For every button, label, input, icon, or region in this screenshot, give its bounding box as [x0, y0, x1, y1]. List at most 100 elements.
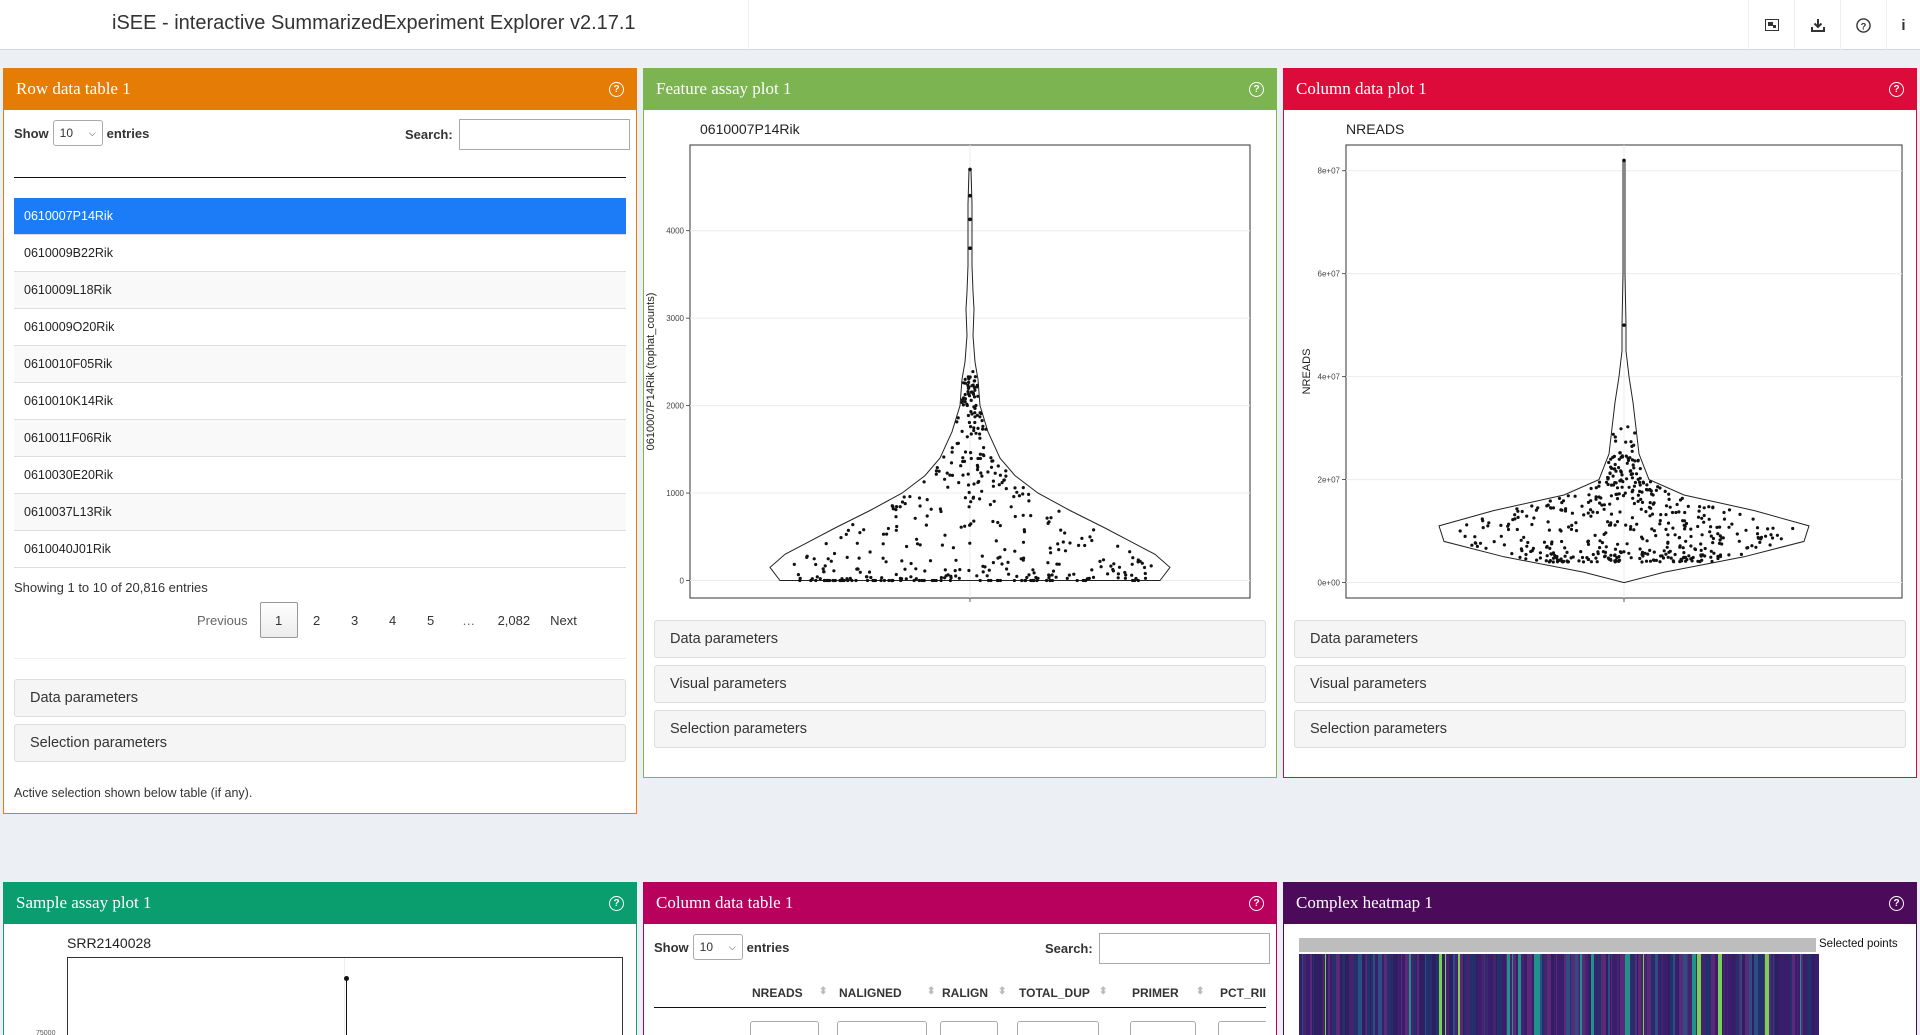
heatmap-column: [1332, 954, 1336, 1035]
data-point: [1668, 505, 1672, 509]
data-point: [1566, 494, 1570, 498]
data-point: [965, 402, 969, 406]
data-point: [978, 452, 982, 456]
sort-icon[interactable]: ⬍: [819, 986, 827, 997]
data-parameters-toggle[interactable]: Data parameters: [14, 679, 626, 717]
heatmap-body[interactable]: [1299, 954, 1819, 1035]
column-header[interactable]: NALIGNED: [839, 986, 902, 1000]
column-header[interactable]: RALIGN: [942, 986, 988, 1000]
data-point: [1791, 526, 1795, 531]
heatmap-column: [1800, 954, 1801, 1035]
entries-select[interactable]: 10 ⌵: [692, 934, 743, 960]
column-filter-input[interactable]: [1130, 1021, 1196, 1035]
data-point: [1547, 528, 1551, 532]
table-row[interactable]: 0610037L13Rik: [14, 494, 626, 531]
data-point: [1481, 519, 1485, 523]
help-icon[interactable]: ?: [1249, 81, 1264, 97]
download-icon[interactable]: [1794, 0, 1840, 50]
sample-assay-plot-area[interactable]: [67, 957, 623, 1035]
page-button-1[interactable]: 1: [259, 602, 298, 638]
data-point: [1630, 472, 1635, 476]
column-header[interactable]: TOTAL_DUP: [1019, 986, 1090, 1000]
heatmap-column: [1460, 954, 1463, 1035]
column-filter-input[interactable]: [750, 1021, 819, 1035]
next-button[interactable]: Next: [544, 602, 583, 638]
selection-parameters-toggle[interactable]: Selection parameters: [14, 724, 626, 762]
visual-parameters-toggle[interactable]: Visual parameters: [1294, 665, 1906, 703]
selection-parameters-toggle[interactable]: Selection parameters: [1294, 710, 1906, 748]
help-icon[interactable]: ?: [1889, 895, 1904, 911]
column-header[interactable]: NREADS: [752, 986, 803, 1000]
help-icon[interactable]: ?: [1889, 81, 1904, 97]
heatmap-column: [1643, 954, 1644, 1035]
table-row[interactable]: 0610009L18Rik: [14, 272, 626, 309]
data-point: [814, 578, 818, 583]
sort-icon[interactable]: ⬍: [927, 986, 935, 997]
data-point: [1589, 508, 1593, 512]
column-filter-input[interactable]: [940, 1021, 998, 1035]
data-point: [1499, 534, 1503, 538]
data-point: [832, 569, 836, 573]
page-button-last[interactable]: 2,082: [492, 602, 537, 638]
column-data-violin-plot[interactable]: 0e+00 2e+07 4e+07 6e+07 8e+07 NREADS: [1284, 110, 1917, 670]
data-point: [1771, 526, 1775, 530]
entries-select[interactable]: 10 ⌵: [52, 120, 103, 146]
heatmap-column: [1326, 954, 1328, 1035]
page-button-3[interactable]: 3: [336, 602, 374, 638]
table-row[interactable]: 0610030E20Rik: [14, 457, 626, 494]
heatmap-column: [1769, 954, 1771, 1035]
data-point: [1628, 456, 1632, 460]
previous-button[interactable]: Previous: [191, 602, 254, 638]
data-point: [1143, 571, 1147, 576]
heatmap-column: [1393, 954, 1397, 1035]
data-point: [960, 429, 964, 433]
help-icon[interactable]: ?: [609, 895, 624, 911]
data-point: [1522, 535, 1526, 539]
data-point: [1614, 481, 1618, 485]
data-point: [1613, 462, 1617, 467]
data-parameters-toggle[interactable]: Data parameters: [1294, 620, 1906, 658]
column-filter-input[interactable]: [837, 1021, 927, 1035]
data-parameters-toggle[interactable]: Data parameters: [654, 620, 1266, 658]
data-point: [1598, 546, 1602, 550]
data-point: [1015, 574, 1019, 578]
info-icon[interactable]: i: [1886, 0, 1920, 50]
selection-parameters-toggle[interactable]: Selection parameters: [654, 710, 1266, 748]
page-button-5[interactable]: 5: [412, 602, 450, 638]
page-button-4[interactable]: 4: [374, 602, 412, 638]
sort-icon[interactable]: ⬍: [998, 986, 1006, 997]
data-point: [1090, 538, 1094, 543]
column-filter-input[interactable]: [1218, 1021, 1266, 1035]
sort-icon[interactable]: ⬍: [1099, 986, 1107, 997]
data-point: [886, 526, 890, 531]
heatmap-column: [1445, 954, 1446, 1035]
column-filter-input[interactable]: [1017, 1021, 1099, 1035]
help-icon[interactable]: ?: [1249, 895, 1264, 911]
image-export-icon[interactable]: [1748, 0, 1794, 50]
data-point: [997, 483, 1001, 487]
data-point: [1049, 516, 1053, 520]
column-header[interactable]: PCT_RII: [1220, 986, 1266, 1000]
table-row[interactable]: 0610009O20Rik: [14, 309, 626, 346]
heatmap-column: [1630, 954, 1631, 1035]
table-row[interactable]: 0610010F05Rik: [14, 346, 626, 383]
search-input[interactable]: [458, 119, 630, 150]
data-point: [969, 456, 973, 461]
heatmap-column: [1432, 954, 1436, 1035]
visual-parameters-toggle[interactable]: Visual parameters: [654, 665, 1266, 703]
table-row[interactable]: 0610009B22Rik: [14, 235, 626, 272]
sort-icon[interactable]: ⬍: [1196, 986, 1204, 997]
feature-assay-violin-plot[interactable]: 0 1000 2000 3000 4000 0610007P14Rik (tophat_c…: [644, 110, 1277, 670]
help-icon[interactable]: ?: [609, 81, 624, 97]
heatmap-column: [1604, 954, 1606, 1035]
table-row[interactable]: 0610007P14Rik: [14, 198, 626, 235]
help-icon[interactable]: ?: [1840, 0, 1886, 50]
data-point: [1630, 449, 1634, 453]
column-header[interactable]: PRIMER: [1132, 986, 1179, 1000]
table-row[interactable]: 0610010K14Rik: [14, 383, 626, 420]
data-point: [939, 578, 943, 583]
search-input[interactable]: [1098, 933, 1270, 964]
table-row[interactable]: 0610040J01Rik: [14, 531, 626, 568]
table-row[interactable]: 0610011F06Rik: [14, 420, 626, 457]
page-button-2[interactable]: 2: [298, 602, 336, 638]
